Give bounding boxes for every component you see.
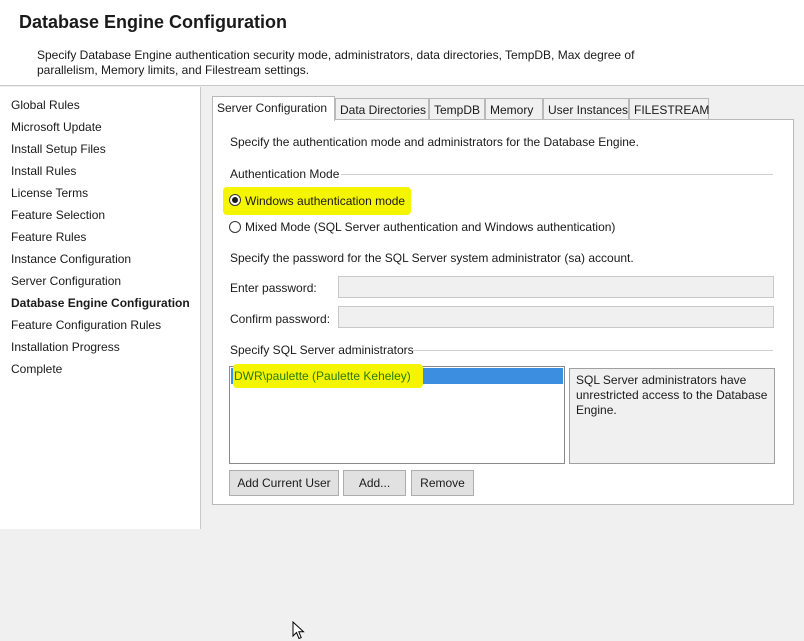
sidebar-item-server-configuration[interactable]: Server Configuration — [11, 274, 121, 288]
page-title: Database Engine Configuration — [19, 12, 288, 32]
sidebar-item-feature-configuration-rules[interactable]: Feature Configuration Rules — [11, 318, 161, 332]
sidebar-item-feature-rules[interactable]: Feature Rules — [11, 230, 86, 244]
admin-list-item-label: DWR\paulette (Paulette Keheley) — [234, 369, 411, 383]
tab-server-configuration[interactable]: Server Configuration — [212, 96, 335, 121]
admins-listbox[interactable]: DWR\paulette (Paulette Keheley) — [229, 364, 565, 640]
auth-mode-group-label: Authentication Mode — [230, 167, 340, 181]
mouse-pointer-icon — [292, 621, 305, 640]
tab-user-instances[interactable]: User Instances — [543, 98, 629, 120]
tab-data-directories[interactable]: Data Directories — [335, 98, 429, 120]
sidebar-item-complete[interactable]: Complete — [11, 362, 62, 376]
tab-memory[interactable]: Memory — [485, 98, 543, 120]
page-header: Database Engine Configuration Specify Da… — [0, 0, 804, 86]
mixed-mode-label[interactable]: Mixed Mode (SQL Server authentication an… — [245, 220, 615, 234]
panel-intro: Specify the authentication mode and admi… — [230, 135, 639, 149]
sidebar-item-installation-progress[interactable]: Installation Progress — [11, 340, 120, 354]
sidebar-item-license-terms[interactable]: License Terms — [11, 186, 88, 200]
mixed-mode-radio[interactable] — [229, 221, 241, 233]
tab-tempdb[interactable]: TempDB — [429, 98, 485, 120]
confirm-password-label: Confirm password: — [230, 312, 331, 326]
sidebar-item-microsoft-update[interactable]: Microsoft Update — [11, 120, 102, 134]
sidebar-item-feature-selection[interactable]: Feature Selection — [11, 208, 105, 222]
sidebar-item-install-setup-files[interactable]: Install Setup Files — [11, 142, 106, 156]
windows-auth-radio[interactable] — [229, 194, 241, 206]
sidebar-item-instance-configuration[interactable]: Instance Configuration — [11, 252, 131, 266]
radio-selected-dot — [232, 197, 238, 203]
sidebar-item-database-engine-configuration[interactable]: Database Engine Configuration — [11, 296, 190, 310]
admins-divider — [413, 350, 773, 351]
sidebar: Global Rules Microsoft Update Install Se… — [0, 87, 201, 529]
add-button[interactable]: Add... — [343, 470, 406, 496]
page-description: Specify Database Engine authentication s… — [37, 48, 635, 77]
enter-password-field[interactable] — [338, 276, 774, 298]
remove-button[interactable]: Remove — [411, 470, 474, 496]
enter-password-label: Enter password: — [230, 281, 317, 295]
admin-list-item[interactable]: DWR\paulette (Paulette Keheley) — [231, 364, 563, 388]
sidebar-item-install-rules[interactable]: Install Rules — [11, 164, 76, 178]
confirm-password-field[interactable] — [338, 306, 774, 328]
add-current-user-button[interactable]: Add Current User — [229, 470, 339, 496]
server-configuration-panel: Specify the authentication mode and admi… — [212, 119, 794, 640]
sidebar-item-global-rules[interactable]: Global Rules — [11, 98, 80, 112]
windows-auth-label[interactable]: Windows authentication mode — [245, 194, 405, 208]
admins-info-box: SQL Server administrators have unrestric… — [569, 368, 775, 464]
admins-group-label: Specify SQL Server administrators — [230, 343, 414, 357]
password-intro: Specify the password for the SQL Server … — [230, 251, 634, 265]
tab-filestream[interactable]: FILESTREAM — [629, 98, 709, 120]
auth-mode-divider — [341, 174, 773, 175]
